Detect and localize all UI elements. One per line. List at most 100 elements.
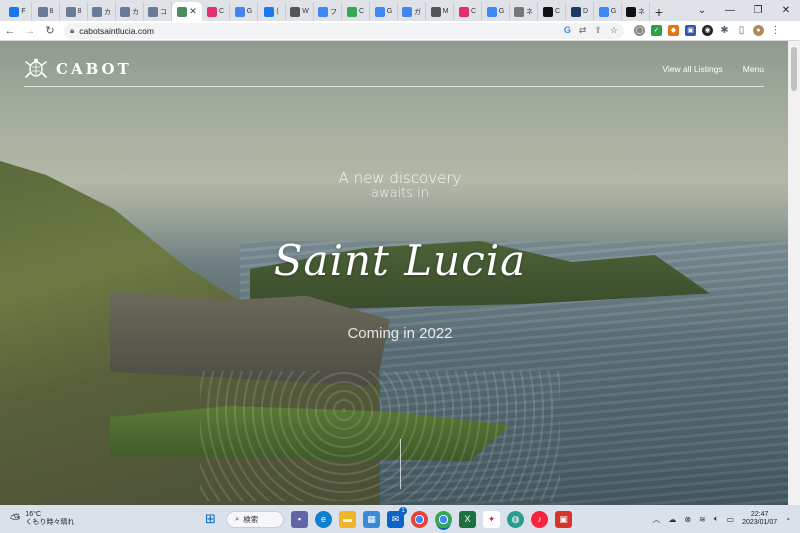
site-logo[interactable]: CABOT [56, 60, 132, 78]
photo-app-icon[interactable]: ▣ [555, 510, 572, 528]
notification-icon[interactable]: ◔ [785, 515, 790, 524]
wikipedia-icon [290, 6, 301, 17]
browser-tab[interactable]: 8 [32, 2, 60, 21]
browser-tab[interactable]: G [370, 2, 398, 21]
tab-title: C [554, 8, 561, 15]
view-listings-link[interactable]: View all Listings [662, 64, 722, 74]
metamask-icon[interactable]: ◆ [668, 25, 679, 36]
browser-tab[interactable]: C [202, 2, 230, 21]
new-tab-button[interactable]: + [650, 2, 668, 21]
maps-icon [346, 6, 357, 17]
google-lens-icon[interactable]: G [564, 25, 571, 36]
hero-place-name: Saint Lucia [273, 236, 527, 285]
browser-tab[interactable]: C [342, 2, 370, 21]
site-header: CABOT View all Listings Menu [24, 51, 764, 87]
system-tray: ︿ ☁ ⊗ ≋ 🔈︎ ▭ 22:47 2023/01/07 ◔ [652, 511, 800, 527]
page-icon [148, 6, 158, 17]
mail-icon[interactable]: ✉ 1 [387, 506, 407, 528]
google-icon [234, 6, 245, 17]
google-icon [402, 6, 412, 17]
browser-tab[interactable]: ネ [510, 2, 538, 21]
browser-tab[interactable]: フ [314, 2, 342, 21]
chevron-up-icon[interactable]: ︿ [652, 514, 660, 525]
browser-toolbar: ← → ↻ 🔒︎ cabotsaintlucia.com G ⇄ ⇪ ☆ ◯ ✓… [0, 21, 800, 41]
close-circle-icon[interactable]: ⊗ [684, 515, 691, 524]
cloud-off-icon[interactable]: ☁ [668, 515, 676, 524]
tab-search-icon[interactable]: ⌄ [688, 0, 716, 21]
windows-start-icon[interactable]: ⊞ [202, 511, 219, 528]
extension-icon[interactable]: ▣ [685, 25, 696, 36]
browser-tab[interactable]: ✕ [172, 2, 202, 21]
browser-tab[interactable]: F [4, 2, 32, 21]
minimize-icon[interactable]: — [716, 0, 744, 21]
browser-tab[interactable]: ガ [398, 2, 426, 21]
tab-title: ネ [526, 8, 533, 16]
browser-tab[interactable]: G [230, 2, 258, 21]
instagram-icon [458, 6, 469, 17]
address-bar[interactable]: 🔒︎ cabotsaintlucia.com G ⇄ ⇪ ☆ [64, 22, 624, 39]
weather-widget[interactable]: ⛅︎ 16°C くもり時々晴れ [0, 511, 150, 527]
chrome-active-icon[interactable] [435, 510, 452, 528]
page-icon [430, 6, 441, 17]
globe-app-icon[interactable]: ◍ [507, 510, 524, 528]
chrome-icon[interactable] [411, 510, 428, 528]
browser-tab[interactable]: M [426, 2, 454, 21]
page-icon [37, 6, 48, 17]
translate-icon[interactable]: ⇄ [579, 25, 587, 36]
tab-title: カ [104, 8, 111, 16]
checkbox-extension-icon[interactable]: ✓ [651, 25, 662, 36]
tab-strip: F 8 8 カ カ コ ✕ C G (W フ C G ガ M C G ネ C D G ネ + ⌄ — ❐ ✕ [0, 0, 800, 21]
page-scrollbar[interactable] [788, 41, 800, 505]
menu-link[interactable]: Menu [743, 64, 764, 74]
taskbar-search[interactable]: ⌕ 検索 [226, 510, 284, 528]
scrollbar-thumb[interactable] [791, 47, 797, 91]
forward-icon[interactable]: → [20, 21, 40, 41]
battery-icon[interactable]: ▭ [727, 515, 735, 524]
browser-tab[interactable]: W [286, 2, 314, 21]
kebab-menu-icon[interactable]: ⋮ [770, 25, 781, 36]
tab-title: G [610, 8, 617, 15]
browser-tab[interactable]: G [594, 2, 622, 21]
avatar[interactable]: ● [753, 25, 764, 36]
store-icon[interactable]: ▦ [363, 510, 380, 528]
browser-tab[interactable]: G [482, 2, 510, 21]
browser-tab[interactable]: コ [144, 2, 172, 21]
browser-tab[interactable]: ネ [622, 2, 650, 21]
slack-icon[interactable]: ✦ [483, 510, 500, 528]
bookmark-star-icon[interactable]: ☆ [610, 25, 618, 36]
browser-tab[interactable]: カ [116, 2, 144, 21]
browser-tab[interactable]: ( [258, 2, 286, 21]
scroll-indicator[interactable] [400, 439, 401, 489]
browser-tab[interactable]: D [566, 2, 594, 21]
share-icon[interactable]: ⇪ [594, 25, 602, 36]
edge-icon[interactable]: e [315, 510, 332, 528]
browser-tab[interactable]: C [538, 2, 566, 21]
weather-desc: くもり時々晴れ [25, 519, 75, 526]
window-controls: ⌄ — ❐ ✕ [688, 0, 800, 21]
restore-icon[interactable]: ❐ [744, 0, 772, 21]
music-icon[interactable]: ♪ [531, 510, 548, 528]
page-icon [542, 6, 553, 17]
tab-close-icon[interactable]: ✕ [189, 6, 197, 17]
tab-title: C [470, 8, 477, 15]
browser-tab[interactable]: C [454, 2, 482, 21]
mail-badge: 1 [399, 506, 407, 515]
volume-icon[interactable]: 🔈︎ [714, 514, 719, 524]
reload-icon[interactable]: ↻ [40, 21, 60, 41]
turtle-logo-icon[interactable] [24, 57, 48, 81]
back-icon[interactable]: ← [0, 21, 20, 41]
browser-tab[interactable]: カ [88, 2, 116, 21]
google-icon [318, 6, 328, 17]
puzzle-icon[interactable]: ✱ [719, 25, 730, 36]
file-explorer-icon[interactable]: ▬ [339, 510, 356, 528]
circle-extension-icon[interactable]: ◉ [702, 25, 713, 36]
excel-icon[interactable]: X [459, 510, 476, 528]
wifi-icon[interactable]: ≋ [699, 515, 706, 524]
side-panel-icon[interactable]: ▯ [736, 25, 747, 36]
tab-title: W [302, 8, 309, 15]
close-icon[interactable]: ✕ [772, 0, 800, 21]
clock[interactable]: 22:47 2023/01/07 [742, 511, 777, 527]
github-icon[interactable]: ◯ [634, 25, 645, 36]
browser-tab[interactable]: 8 [60, 2, 88, 21]
teams-chat-icon[interactable]: ▪ [291, 510, 308, 528]
